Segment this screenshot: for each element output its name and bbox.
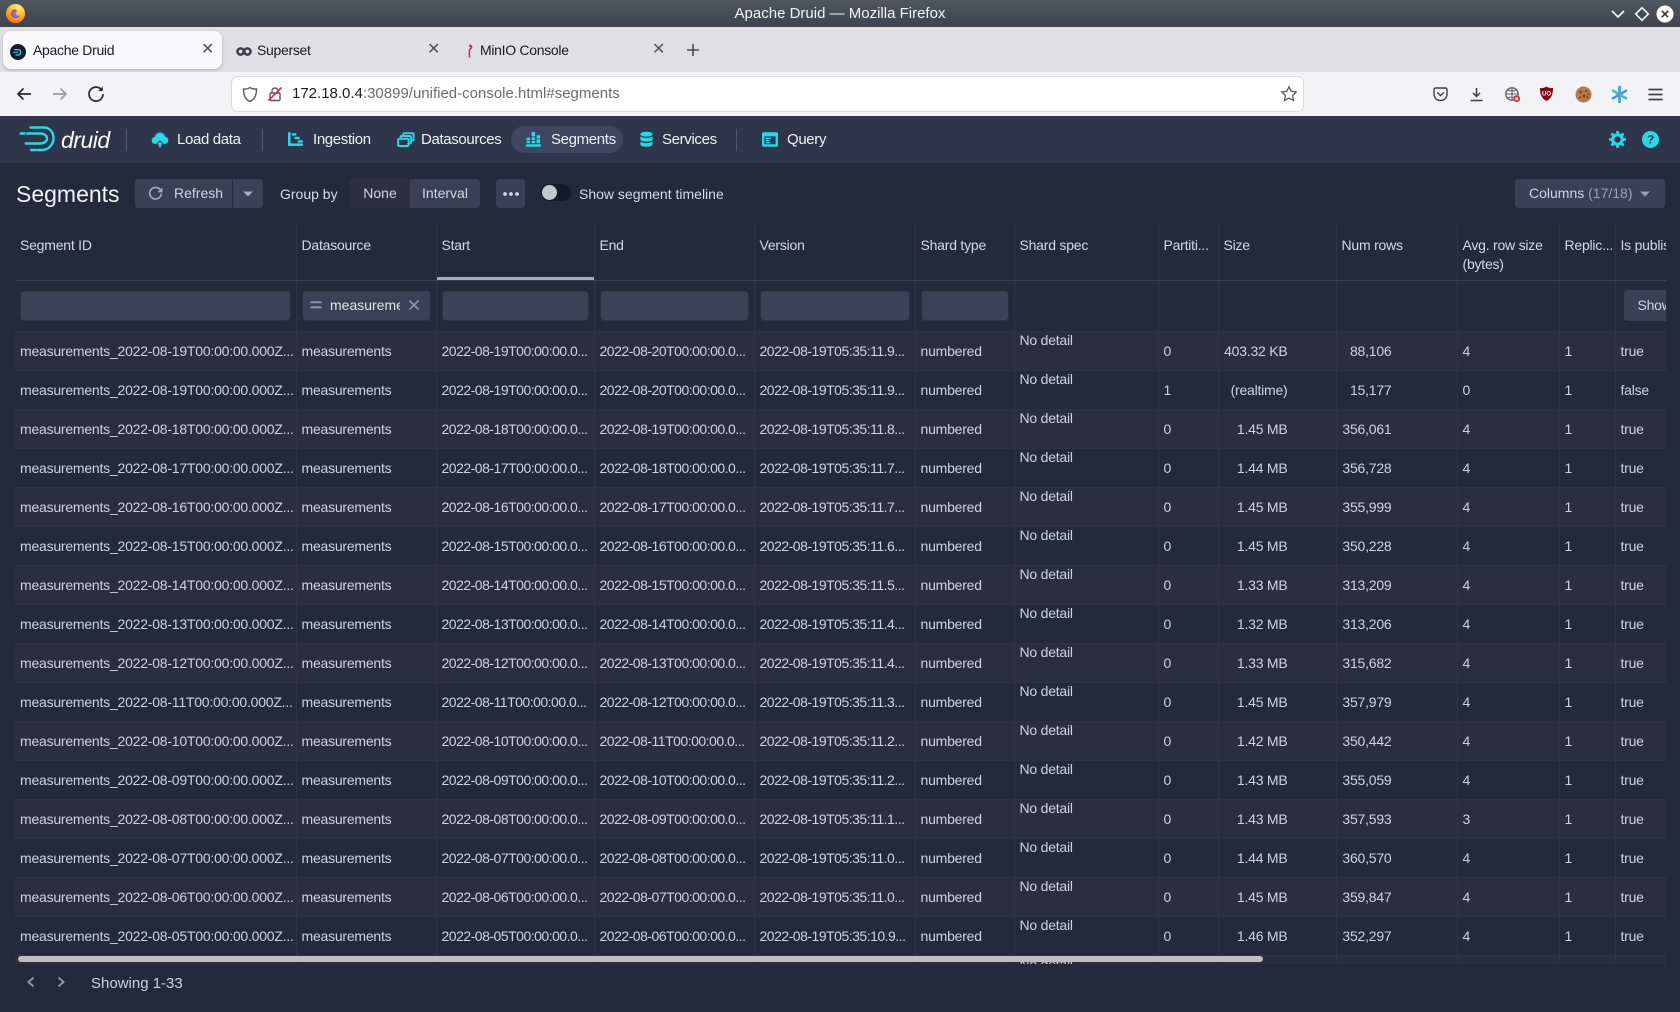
svg-text:?: ? xyxy=(1647,133,1654,147)
svg-text:UO: UO xyxy=(1542,92,1551,98)
